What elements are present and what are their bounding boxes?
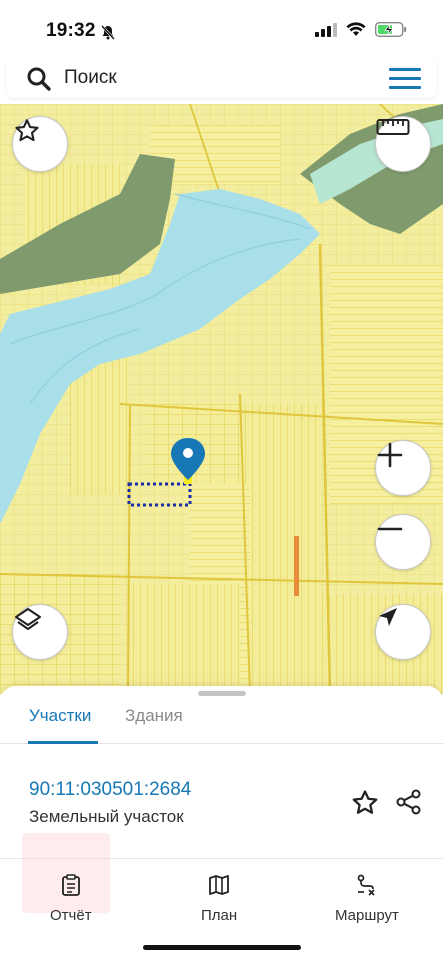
parcel-block — [130, 584, 240, 694]
ruler-button[interactable] — [375, 116, 431, 172]
battery-charging-icon — [374, 21, 407, 42]
menu-line — [389, 86, 421, 89]
favorite-star-button[interactable] — [12, 116, 68, 172]
cadastral-number-link[interactable]: 90:11:030501:2684 — [29, 779, 191, 801]
nav-plan-label: План — [201, 907, 238, 924]
search-bar — [6, 58, 437, 98]
share-icon — [395, 789, 423, 820]
layers-button[interactable] — [12, 604, 68, 660]
parcel-block — [240, 404, 320, 594]
share-button[interactable] — [395, 788, 423, 821]
menu-button[interactable] — [389, 68, 421, 90]
my-location-button[interactable] — [375, 604, 431, 660]
tab-buildings[interactable]: Здания — [125, 706, 183, 726]
sheet-tabs: Участки Здания — [0, 704, 443, 744]
tab-parcels[interactable]: Участки — [29, 706, 91, 726]
menu-line — [389, 77, 421, 80]
wifi-icon — [346, 22, 366, 42]
status-bar: 19:32 — [0, 0, 443, 56]
nav-report-label: Отчёт — [50, 907, 92, 924]
zoom-out-button[interactable] — [375, 514, 431, 570]
zoom-in-button[interactable] — [375, 440, 431, 496]
signal-icon — [315, 22, 337, 42]
nav-plan[interactable]: План — [201, 873, 237, 924]
active-tab-indicator — [28, 741, 98, 744]
route-icon — [355, 873, 379, 902]
nav-route[interactable]: Маршрут — [335, 873, 399, 924]
search-input[interactable] — [64, 62, 364, 94]
map-icon — [207, 873, 231, 902]
star-icon — [350, 790, 380, 822]
nav-route-label: Маршрут — [335, 907, 399, 924]
map-view[interactable] — [0, 104, 443, 694]
add-favorite-button[interactable] — [350, 788, 380, 823]
menu-line — [389, 68, 421, 71]
nav-report[interactable]: Отчёт — [50, 873, 92, 924]
status-icons — [315, 21, 407, 42]
bottom-nav: Отчёт План Маршрут — [0, 833, 443, 960]
sheet-drag-handle[interactable] — [198, 691, 246, 696]
status-time: 19:32 — [46, 20, 96, 41]
home-indicator — [143, 945, 301, 950]
parcel-type-label: Земельный участок — [29, 807, 184, 826]
highlight-strip — [294, 536, 299, 596]
search-icon[interactable] — [26, 66, 52, 97]
bell-slash-icon — [100, 24, 116, 45]
clipboard-icon — [59, 873, 83, 902]
